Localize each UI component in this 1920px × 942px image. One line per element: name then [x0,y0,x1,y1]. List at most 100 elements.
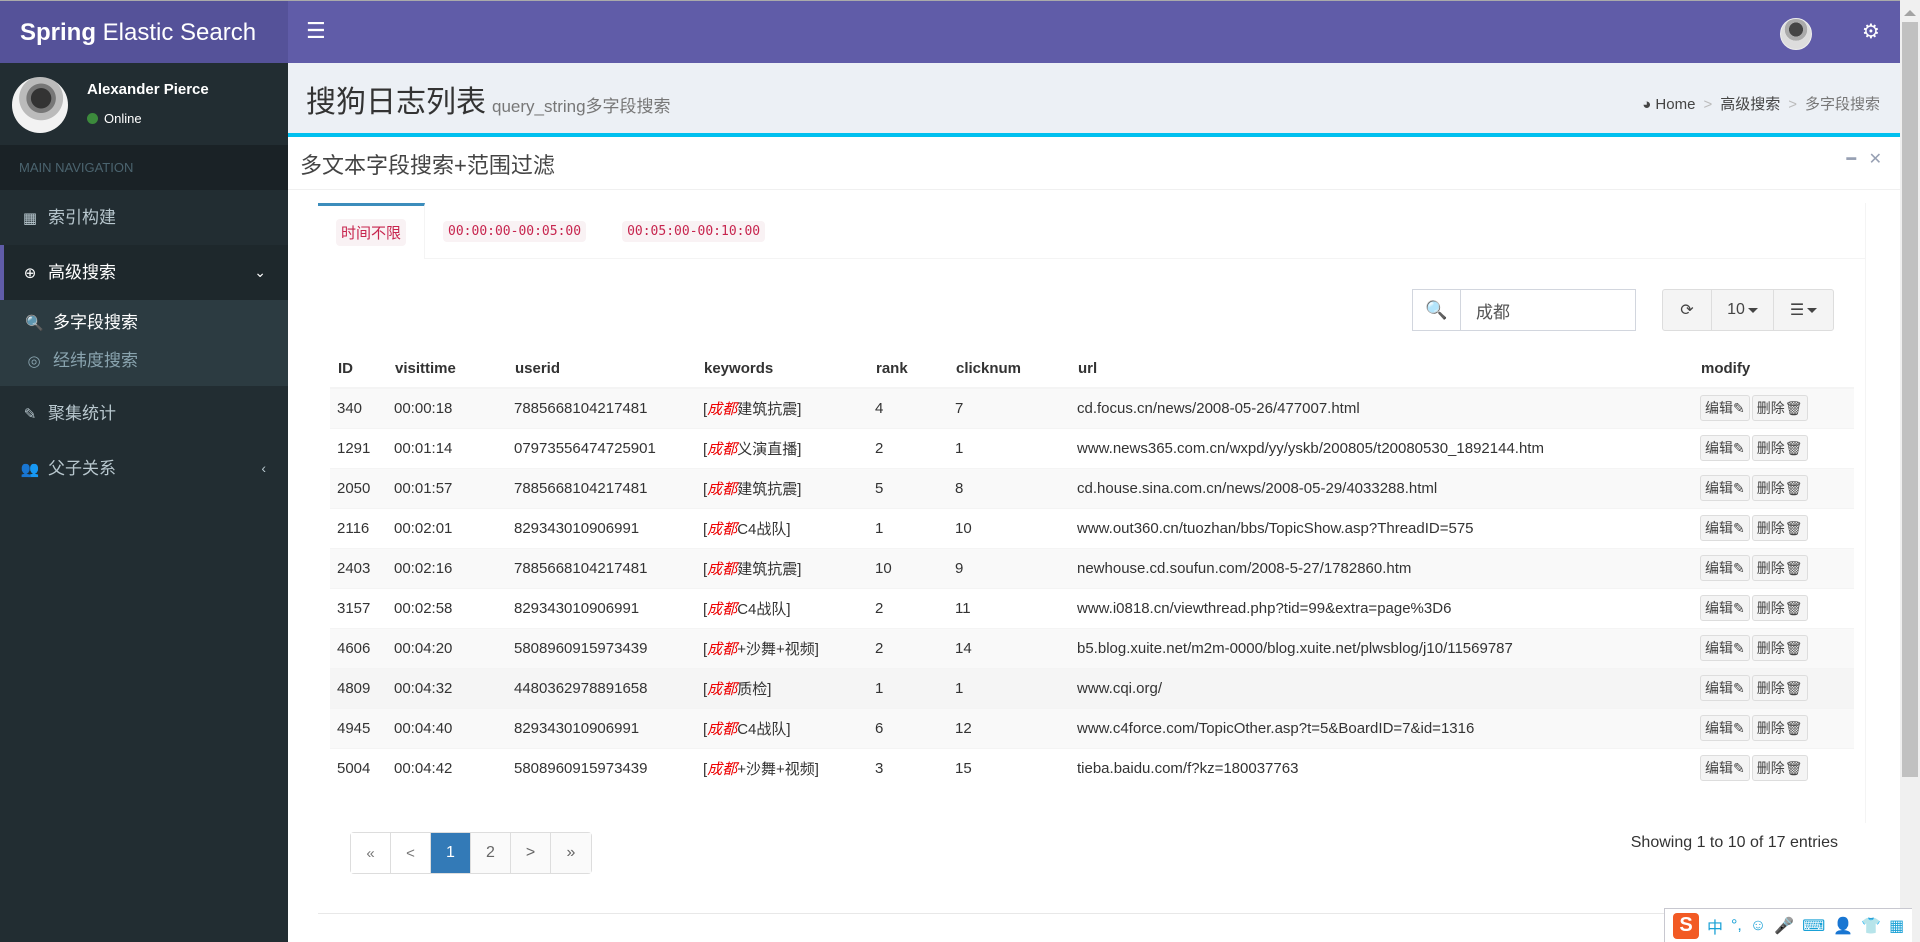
ime-user-icon[interactable]: 👤 [1833,916,1853,936]
breadcrumb-current: 多字段搜索 [1804,96,1880,113]
scroll-thumb[interactable] [1902,22,1918,777]
delete-button[interactable]: 删除🗑 [1751,635,1808,661]
page-2[interactable]: 2 [471,833,511,873]
sidebar-subitem-multi-field-search[interactable]: 🔍 多字段搜索 [0,304,288,342]
chevron-down-icon: ⌄ [254,264,266,280]
app-logo[interactable]: Spring Elastic Search [0,0,288,63]
breadcrumb-advanced-search[interactable]: 高级搜索 [1720,96,1780,113]
page-last[interactable]: » [551,833,591,873]
delete-label: 删除 [1756,600,1785,616]
delete-button[interactable]: 删除🗑 [1751,395,1808,422]
cell-url: www.news365.com.cn/wxpd/yy/yskb/200805/t… [1070,427,1693,468]
page-next[interactable]: > [511,833,551,873]
delete-button[interactable]: 删除🗑 [1751,555,1808,581]
edit-button[interactable]: 编辑✎ [1700,555,1750,581]
delete-button[interactable]: 删除🗑 [1751,515,1808,541]
cell-keywords: [成都+沙舞+视频] [696,747,868,788]
edit-label: 编辑 [1705,560,1733,576]
breadcrumb-separator: > [1703,96,1713,113]
user-panel: Alexander Pierce Online [0,63,288,145]
ime-voice-icon[interactable]: 🎤 [1774,916,1794,936]
delete-label: 删除 [1756,440,1785,456]
cell-url: www.cqi.org/ [1070,667,1693,708]
pencil-icon: ✎ [1733,440,1745,456]
delete-button[interactable]: 删除🗑 [1751,675,1808,701]
tab-range-0-5[interactable]: 00:00:00-00:05:00 [425,203,604,259]
sidebar-item-label: 索引构建 [48,208,116,227]
ime-emoji-icon[interactable]: ☺ [1750,917,1766,935]
table-row: 4945 00:04:40 829343010906991 [成都C4战队] 6 12 ww… [330,707,1854,748]
tab-range-5-10[interactable]: 00:05:00-00:10:00 [604,203,783,259]
page-prev[interactable]: < [391,833,431,873]
sidebar-subitem-geo-search[interactable]: ◎ 经纬度搜索 [0,342,288,380]
ime-apps-icon[interactable]: ▦ [1889,916,1904,936]
column-header-keywords[interactable]: keywords [696,350,868,389]
edit-label: 编辑 [1705,760,1733,777]
trash-icon: 🗑 [1784,760,1803,777]
column-header-clicknum[interactable]: clicknum [948,350,1070,389]
page-first[interactable]: « [351,833,391,873]
cell-visittime: 00:02:58 [387,587,507,628]
edit-button[interactable]: 编辑✎ [1700,675,1750,701]
delete-button[interactable]: 删除🗑 [1751,435,1808,461]
settings-gears-icon[interactable]: ⚙ [1862,19,1880,44]
keyword-rest: +沙舞+视频 [737,760,815,778]
edit-button[interactable]: 编辑✎ [1700,635,1750,661]
scroll-up-icon[interactable] [1904,10,1916,16]
page-scrollbar[interactable] [1900,0,1920,942]
table-row: 340 00:00:18 7885668104217481 [成都建筑抗震] 4 7 cd.… [330,387,1854,428]
column-header-rank[interactable]: rank [868,350,948,389]
delete-button[interactable]: 删除🗑 [1751,715,1808,741]
ime-punctuation-icon[interactable]: °, [1731,917,1742,935]
keyword-highlight: 成都 [707,480,738,498]
ime-keyboard-icon[interactable]: ⌨ [1802,916,1825,936]
edit-button[interactable]: 编辑✎ [1700,715,1750,741]
delete-button[interactable]: 删除🗑 [1751,595,1808,621]
tab-all-time[interactable]: 时间不限 [318,203,426,259]
edit-button[interactable]: 编辑✎ [1700,515,1750,541]
cell-clicknum: 12 [948,707,1070,748]
search-input[interactable] [1461,289,1636,331]
edit-button[interactable]: 编辑✎ [1700,395,1750,422]
navbar-user-avatar[interactable] [1780,18,1812,50]
edit-label: 编辑 [1705,440,1733,456]
sidebar-subitem-label: 多字段搜索 [53,313,138,332]
sidebar-item-index-build[interactable]: ▦ 索引构建 [0,190,288,245]
breadcrumb-home[interactable]: Home [1655,96,1695,113]
table-row: 3157 00:02:58 829343010906991 [成都C4战队] 2 11 ww… [330,587,1854,628]
sidebar-item-label: 高级搜索 [48,263,116,282]
edit-button[interactable]: 编辑✎ [1700,435,1750,461]
columns-dropdown[interactable]: ☰ [1774,290,1833,330]
keyword-highlight: 成都 [707,640,738,658]
sidebar-toggle-icon[interactable]: ☰ [306,18,326,43]
column-header-url[interactable]: url [1070,350,1693,389]
online-dot-icon [87,113,98,124]
ime-skin-icon[interactable]: 👕 [1861,916,1881,936]
calendar-icon: ▦ [22,210,38,227]
edit-button[interactable]: 编辑✎ [1700,475,1750,501]
column-header-id[interactable]: ID [330,350,387,389]
table-row: 2116 00:02:01 829343010906991 [成都C4战队] 1 10 ww… [330,507,1854,548]
ime-chinese-mode[interactable]: 中 [1707,914,1723,938]
refresh-button[interactable]: ⟳ [1663,290,1712,330]
column-header-userid[interactable]: userid [507,350,696,389]
close-icon[interactable]: ✕ [1869,149,1882,169]
sogou-logo-icon[interactable]: S [1673,912,1699,939]
keyword-highlight: 成都 [707,520,738,538]
delete-label: 删除 [1756,680,1785,696]
edit-button[interactable]: 编辑✎ [1700,595,1750,621]
keyword-rest: C4战队 [737,520,787,538]
sidebar-item-advanced-search[interactable]: ⊕ 高级搜索 ⌄ [0,245,288,300]
delete-button[interactable]: 删除🗑 [1751,475,1808,501]
column-header-visittime[interactable]: visittime [387,350,507,389]
delete-button[interactable]: 删除🗑 [1751,755,1808,782]
cell-modify: 编辑✎ 删除🗑 [1693,467,1854,508]
sidebar: Alexander Pierce Online MAIN NAVIGATION … [0,63,288,942]
page-size-dropdown[interactable]: 10 [1712,290,1774,330]
page-1[interactable]: 1 [431,833,471,873]
edit-button[interactable]: 编辑✎ [1700,755,1750,782]
cell-userid: 7885668104217481 [507,387,696,428]
sidebar-item-aggregation[interactable]: ✎ 聚集统计 [0,386,288,441]
minimize-icon[interactable]: ━ [1846,149,1856,169]
sidebar-item-parent-child[interactable]: 👥 父子关系 ‹ [0,441,288,496]
